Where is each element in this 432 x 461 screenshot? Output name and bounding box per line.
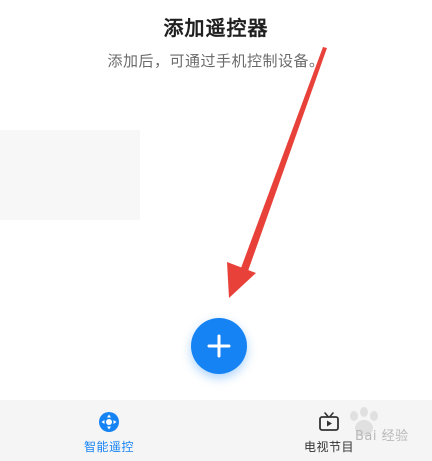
nav-label-tv-programs: 电视节目 (303, 440, 354, 454)
add-remote-screen: 添加遥控器 添加后，可通过手机控制设备。 智能遥控 电视节目 Bai 经验 (0, 0, 432, 461)
nav-item-smart-remote[interactable]: 智能遥控 (49, 400, 169, 461)
bottom-navigation-bar: 智能遥控 电视节目 (0, 400, 432, 461)
plus-icon (207, 334, 231, 358)
page-title: 添加遥控器 (163, 16, 269, 40)
tv-icon (319, 412, 339, 431)
page-subtitle: 添加后，可通过手机控制设备。 (107, 52, 325, 70)
nav-label-smart-remote: 智能遥控 (83, 440, 134, 454)
add-remote-button[interactable] (191, 318, 247, 374)
background-panel (0, 130, 140, 220)
remote-control-icon (99, 412, 119, 432)
nav-item-tv-programs[interactable]: 电视节目 (269, 400, 389, 461)
